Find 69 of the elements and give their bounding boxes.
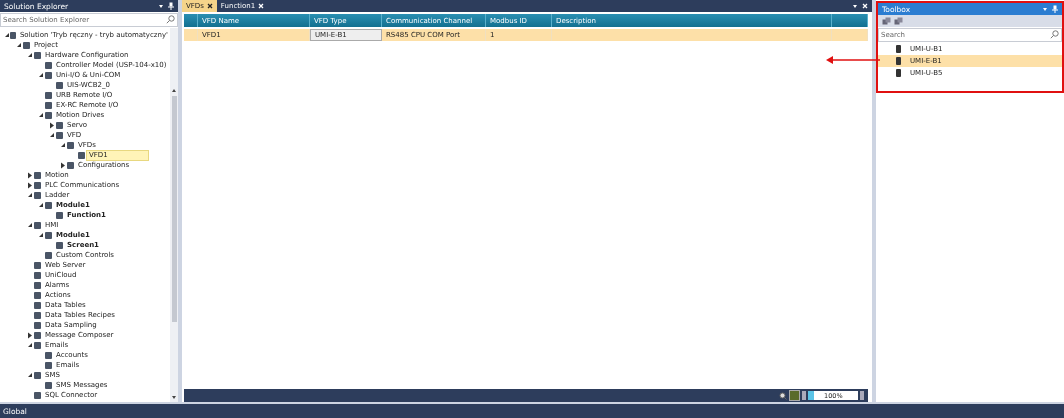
node-icon — [45, 351, 52, 359]
scroll-down-icon[interactable] — [171, 394, 177, 400]
node-icon — [56, 241, 63, 249]
node-icon — [34, 181, 41, 189]
node-icon — [56, 81, 63, 89]
node-icon — [45, 231, 52, 239]
node-icon — [34, 321, 41, 329]
dropdown-icon[interactable] — [852, 3, 858, 9]
node-icon — [56, 211, 63, 219]
expanded-arrow-icon[interactable] — [27, 342, 33, 348]
node-icon — [45, 361, 52, 369]
expanded-arrow-icon[interactable] — [38, 202, 44, 208]
node-icon — [34, 341, 41, 349]
node-icon — [34, 291, 41, 299]
node-icon — [34, 191, 41, 199]
node-icon — [23, 41, 30, 49]
expanded-arrow-icon[interactable] — [60, 142, 66, 148]
node-icon — [10, 31, 16, 39]
search-icon — [1050, 30, 1059, 39]
node-icon — [45, 91, 52, 99]
collapsed-arrow-icon[interactable] — [27, 171, 33, 179]
copy-icon[interactable] — [894, 17, 903, 25]
node-icon — [67, 141, 74, 149]
node-icon — [45, 201, 52, 209]
node-icon — [34, 261, 41, 269]
expanded-arrow-icon[interactable] — [27, 192, 33, 198]
close-icon[interactable] — [206, 3, 213, 9]
dropdown-icon[interactable] — [158, 3, 164, 9]
zoom-out-icon[interactable] — [779, 391, 787, 400]
node-icon — [56, 131, 63, 139]
expanded-arrow-icon[interactable] — [38, 72, 44, 78]
node-icon — [67, 161, 74, 169]
expanded-arrow-icon[interactable] — [27, 52, 33, 58]
node-icon — [34, 371, 41, 379]
node-icon — [34, 171, 41, 179]
expanded-arrow-icon[interactable] — [4, 32, 11, 38]
scroll-up-icon[interactable] — [171, 88, 177, 94]
expanded-arrow-icon[interactable] — [38, 232, 44, 238]
expanded-arrow-icon[interactable] — [27, 222, 33, 228]
node-icon — [78, 151, 85, 159]
collapsed-arrow-icon[interactable] — [27, 331, 33, 339]
node-icon — [34, 331, 41, 339]
pin-icon[interactable] — [168, 2, 174, 10]
expanded-arrow-icon[interactable] — [38, 112, 44, 118]
node-icon — [56, 121, 63, 129]
node-icon — [34, 311, 41, 319]
expanded-arrow-icon[interactable] — [27, 372, 33, 378]
node-icon — [45, 71, 52, 79]
node-icon — [45, 381, 52, 389]
copy-icon[interactable] — [882, 17, 891, 25]
search-icon — [166, 15, 175, 24]
scrollbar[interactable] — [170, 28, 178, 402]
node-icon — [45, 251, 52, 259]
node-icon — [34, 221, 41, 229]
expanded-arrow-icon[interactable] — [49, 132, 55, 138]
node-icon — [34, 301, 41, 309]
row-header-corner — [184, 14, 198, 27]
row-header-cell[interactable] — [184, 29, 198, 41]
node-icon — [34, 281, 41, 289]
node-icon — [34, 51, 41, 59]
expanded-arrow-icon[interactable] — [16, 42, 22, 48]
node-icon — [45, 101, 52, 109]
collapsed-arrow-icon[interactable] — [60, 161, 66, 169]
node-icon — [45, 61, 52, 69]
node-icon — [45, 111, 52, 119]
node-icon — [34, 271, 41, 279]
collapsed-arrow-icon[interactable] — [49, 121, 55, 129]
node-icon — [34, 391, 41, 399]
collapsed-arrow-icon[interactable] — [27, 181, 33, 189]
